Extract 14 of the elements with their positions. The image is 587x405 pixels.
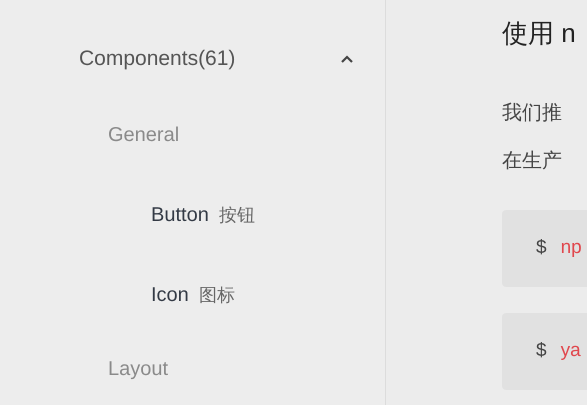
paragraph-text: 在生产 xyxy=(502,149,563,174)
paragraph-text: 我们推 xyxy=(502,101,563,126)
nav-item[interactable]: Icon 图标 xyxy=(151,280,235,310)
chevron-up-icon[interactable] xyxy=(340,54,354,64)
section-label: General xyxy=(108,124,180,146)
nav-item[interactable]: Button 按钮 xyxy=(151,200,255,230)
code-command: np xyxy=(560,236,582,260)
section-label: Layout xyxy=(108,358,168,380)
group-label: Components(61) xyxy=(79,46,236,72)
page-heading: 使用 n xyxy=(502,17,577,50)
code-command: ya xyxy=(560,339,581,364)
sidebar-group-header[interactable]: Components(61) xyxy=(79,42,355,76)
shell-prompt: $ xyxy=(536,339,547,364)
shell-prompt: $ xyxy=(536,236,547,260)
